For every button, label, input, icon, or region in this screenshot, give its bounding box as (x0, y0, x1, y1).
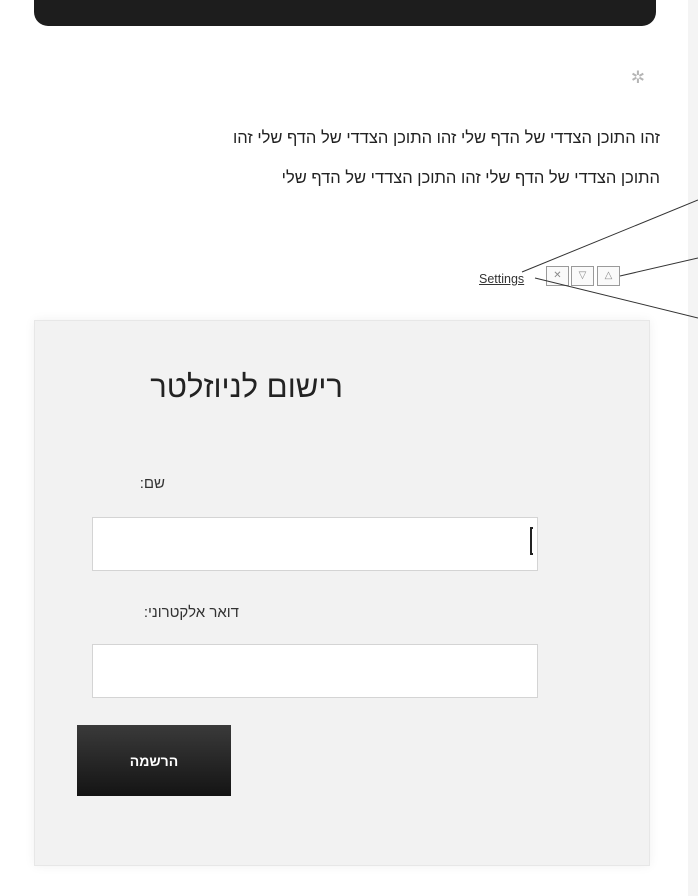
top-dark-bar (34, 0, 656, 26)
subscribe-button[interactable]: הרשמה (77, 725, 231, 796)
newsletter-panel: רישום לניוזלטר שם: דואר אלקטרוני: הרשמה (34, 320, 650, 866)
close-icon: ✕ (553, 270, 562, 281)
expand-button[interactable]: △ (597, 266, 620, 286)
sidebar-widget-text: זהו התוכן הצדדי של הדף שלי זהו התוכן הצד… (40, 118, 660, 198)
sidebar-text-line: התוכן הצדדי של הדף שלי זהו התוכן הצדדי ש… (281, 169, 660, 187)
sidebar-text-line: זהו התוכן הצדדי של הדף שלי זהו התוכן הצד… (233, 129, 660, 147)
text-cursor (530, 527, 533, 555)
callout-line (521, 199, 698, 273)
name-label: שם: (139, 475, 165, 492)
email-field[interactable] (92, 644, 538, 698)
email-label: דואר אלקטרוני: (143, 604, 239, 621)
page: ✲ זהו התוכן הצדדי של הדף שלי זהו התוכן ה… (0, 0, 698, 896)
right-edge-strip (688, 0, 698, 896)
name-field[interactable] (92, 517, 538, 571)
newsletter-title: רישום לניוזלטר (150, 369, 343, 404)
collapse-button[interactable]: ▽ (571, 266, 594, 286)
gear-icon[interactable]: ✲ (628, 68, 648, 88)
chevron-down-icon: ▽ (578, 270, 587, 281)
callout-line (619, 257, 698, 277)
close-button[interactable]: ✕ (546, 266, 569, 286)
settings-link[interactable]: Settings (479, 272, 524, 286)
chevron-up-icon: △ (604, 270, 613, 281)
